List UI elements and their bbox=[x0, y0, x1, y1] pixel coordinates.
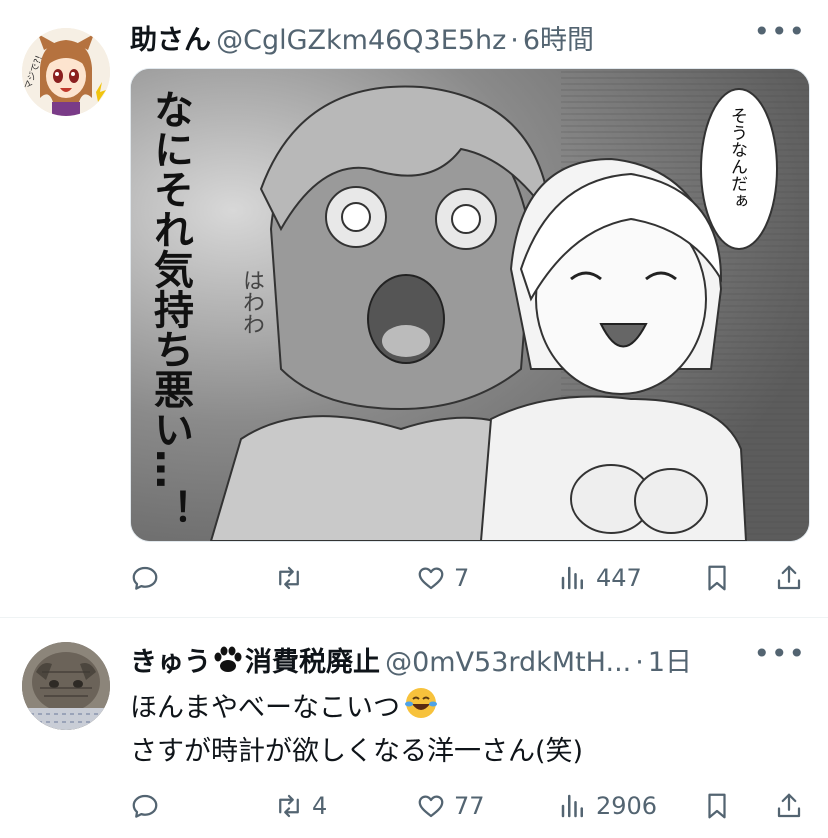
tweet-actions: 7 447 bbox=[130, 558, 808, 598]
sound-effect-text: はわわ bbox=[239, 269, 264, 335]
more-icon[interactable]: ••• bbox=[753, 18, 806, 46]
user-handle[interactable]: @CglGZkm46Q3E5hz bbox=[216, 25, 506, 56]
tweet[interactable]: マジで?! 助さん @CglGZkm46Q3E5hz · 6時間 ••• なにそ… bbox=[0, 0, 828, 618]
user-handle[interactable]: @0mV53rdkMtH... bbox=[385, 647, 631, 678]
views-icon bbox=[561, 794, 583, 818]
share-button[interactable] bbox=[774, 558, 804, 598]
retweet-button[interactable]: 4 bbox=[274, 786, 327, 826]
tweet-header: 助さん @CglGZkm46Q3E5hz · 6時間 bbox=[130, 18, 594, 56]
display-name-suffix: 消費税廃止 bbox=[245, 647, 380, 678]
share-icon bbox=[777, 793, 801, 818]
like-count: 77 bbox=[454, 792, 485, 820]
display-name[interactable]: 助さん bbox=[130, 25, 211, 56]
more-icon[interactable]: ••• bbox=[753, 640, 806, 668]
bookmark-button[interactable] bbox=[702, 786, 732, 826]
tweet-text-line: ほんまやべーなこいつ bbox=[130, 692, 400, 724]
tweet-text: ほんまやべーなこいつ さすが時計が欲しくなる洋一さん(笑) bbox=[130, 686, 583, 772]
paw-icon bbox=[211, 645, 245, 682]
reply-icon bbox=[132, 794, 158, 818]
speech-bubble-text: そうなんだぁ bbox=[727, 107, 747, 209]
tweet-actions: 4 77 2906 bbox=[130, 786, 808, 826]
avatar[interactable] bbox=[22, 642, 110, 730]
tweet-text-line: さすが時計が欲しくなる洋一さん(笑) bbox=[130, 736, 584, 767]
tweet-header: きゅう 消費税廃止 @0mV53rdkMtH... · 1日 bbox=[130, 640, 692, 678]
display-name[interactable]: きゅう 消費税廃止 bbox=[130, 646, 380, 678]
share-icon bbox=[777, 565, 801, 590]
laughing-crying-emoji-icon bbox=[404, 686, 438, 732]
separator-dot: · bbox=[510, 25, 519, 56]
display-name-prefix: きゅう bbox=[130, 647, 211, 678]
retweet-count: 4 bbox=[312, 792, 328, 820]
tweet-image[interactable]: なにそれ気持ち悪い…！ そうなんだぁ はわわ bbox=[130, 68, 810, 542]
like-button[interactable]: 77 bbox=[416, 786, 485, 826]
timestamp[interactable]: 1日 bbox=[648, 647, 692, 678]
views-button[interactable]: 2906 bbox=[558, 786, 657, 826]
retweet-icon bbox=[279, 566, 299, 590]
views-button[interactable]: 447 bbox=[558, 558, 642, 598]
heart-icon bbox=[418, 795, 444, 818]
retweet-button[interactable] bbox=[274, 558, 312, 598]
retweet-icon bbox=[279, 794, 299, 818]
views-count: 2906 bbox=[596, 792, 658, 820]
reply-icon bbox=[132, 566, 158, 590]
manga-caption: なにそれ気持ち悪い…！ bbox=[147, 89, 193, 529]
avatar[interactable]: マジで?! bbox=[22, 28, 110, 116]
like-count: 7 bbox=[454, 564, 470, 592]
like-button[interactable]: 7 bbox=[416, 558, 469, 598]
reply-button[interactable] bbox=[130, 786, 168, 826]
share-button[interactable] bbox=[774, 786, 804, 826]
heart-icon bbox=[418, 567, 444, 590]
bookmark-icon bbox=[708, 565, 726, 591]
views-count: 447 bbox=[596, 564, 642, 592]
separator-dot: · bbox=[635, 647, 644, 678]
bookmark-button[interactable] bbox=[702, 558, 732, 598]
tweet[interactable]: きゅう 消費税廃止 @0mV53rdkMtH... · 1日 ••• ほんまやべーなこ… bbox=[0, 618, 828, 838]
timestamp[interactable]: 6時間 bbox=[523, 25, 594, 56]
views-icon bbox=[561, 566, 583, 590]
reply-button[interactable] bbox=[130, 558, 168, 598]
bookmark-icon bbox=[708, 793, 726, 819]
